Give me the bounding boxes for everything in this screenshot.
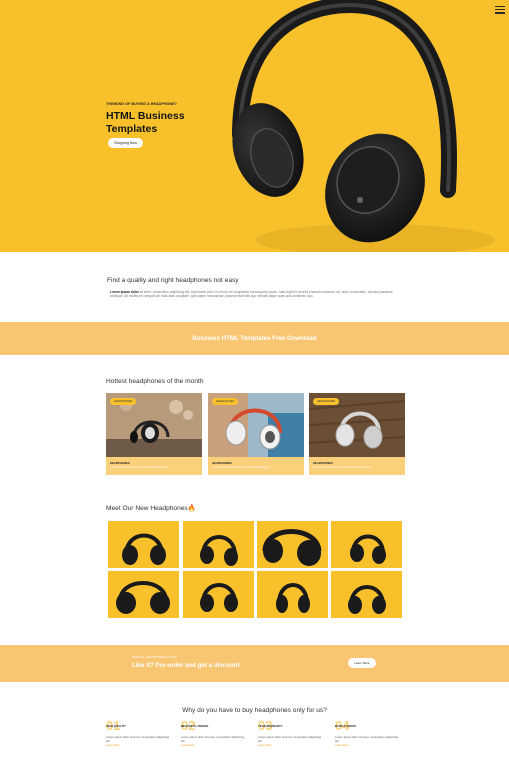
product-tag: HEADPHONES — [313, 398, 340, 405]
product-tag: HEADPHONES — [110, 398, 137, 405]
feature-description: Lorem ipsum dolor sit amet, consectetur … — [335, 735, 398, 743]
product-description: Lorem ipsum dolor sit amet, consectetur … — [313, 466, 372, 469]
feature-learn-more-link[interactable]: Learn More — [106, 744, 119, 747]
product-card[interactable]: HEADPHONES HEADPHONES Lorem ipsum dolor … — [106, 393, 202, 475]
feature-learn-more-link[interactable]: Learn More — [181, 744, 194, 747]
new-headphones-heading: Meet Our New Headphones🔥 — [106, 505, 196, 512]
product-image: HEADPHONES — [106, 393, 202, 457]
gallery-image[interactable] — [331, 521, 402, 568]
feature-title: BEAUTIFUL DESIGN — [181, 724, 209, 728]
gallery-image[interactable] — [108, 571, 179, 618]
feature-description: Lorem ipsum dolor sit amet, consectetur … — [181, 735, 244, 743]
product-description: Lorem ipsum dolor sit amet, consectetur … — [212, 466, 271, 469]
hero-section: THINKING OF BUYING A HEADPHONE? HTML Bus… — [0, 0, 509, 252]
shopping-now-button[interactable]: Shopping Now — [108, 138, 143, 148]
product-card[interactable]: HEADPHONES HEADPHONES Lorem ipsum dolor … — [309, 393, 405, 475]
feature-title: BASS STUDIOS — [335, 724, 356, 728]
download-banner: Business HTML Templates Free Download — [0, 322, 509, 355]
gallery-image[interactable] — [108, 521, 179, 568]
preorder-heading: Like it? Pre-order and get a discount — [132, 662, 240, 669]
gallery-image[interactable] — [183, 521, 254, 568]
hottest-heading: Hottest headphones of the month — [106, 378, 204, 385]
gallery-image[interactable] — [257, 571, 328, 618]
product-image: HEADPHONES — [208, 393, 304, 457]
hero-headphones-image — [232, 0, 495, 252]
gallery-image[interactable] — [331, 571, 402, 618]
hero-kicker: THINKING OF BUYING A HEADPHONE? — [106, 102, 177, 106]
product-name: HEADPHONES — [313, 461, 333, 465]
hero-title: HTML Business Templates — [106, 110, 185, 135]
gallery-image[interactable] — [257, 521, 328, 568]
product-image: HEADPHONES — [309, 393, 405, 457]
preorder-banner: SPECIAL HEADPHONES SALE Like it? Pre-ord… — [0, 645, 509, 682]
feature-learn-more-link[interactable]: Learn More — [335, 744, 348, 747]
feature-learn-more-link[interactable]: Learn More — [258, 744, 271, 747]
feature-title: HIGH QUALITY — [106, 724, 127, 728]
feature-description: Lorem ipsum dolor sit amet, consectetur … — [258, 735, 321, 743]
intro-paragraph: Lorem ipsum dolor sit amet, consectetur … — [110, 290, 400, 298]
feature-description: Lorem ipsum dolor sit amet, consectetur … — [106, 735, 169, 743]
learn-more-button[interactable]: Learn More — [348, 658, 376, 668]
intro-body: sit amet, consectetur adipiscing elit. A… — [110, 290, 393, 299]
product-card[interactable]: HEADPHONES HEADPHONES Lorem ipsum dolor … — [208, 393, 304, 475]
download-banner-text[interactable]: Business HTML Templates Free Download — [192, 335, 316, 342]
gallery-image[interactable] — [183, 571, 254, 618]
feature-title: YEAR WARRANTY — [258, 724, 283, 728]
product-description: Lorem ipsum dolor sit amet, consectetur … — [110, 466, 169, 469]
intro-heading: Find a quality and right headphones not … — [107, 277, 239, 284]
preorder-kicker: SPECIAL HEADPHONES SALE — [132, 655, 177, 659]
why-heading: Why do you have to buy headphones only f… — [182, 707, 327, 714]
product-tag: HEADPHONES — [212, 398, 239, 405]
product-name: HEADPHONES — [110, 461, 130, 465]
product-name: HEADPHONES — [212, 461, 232, 465]
